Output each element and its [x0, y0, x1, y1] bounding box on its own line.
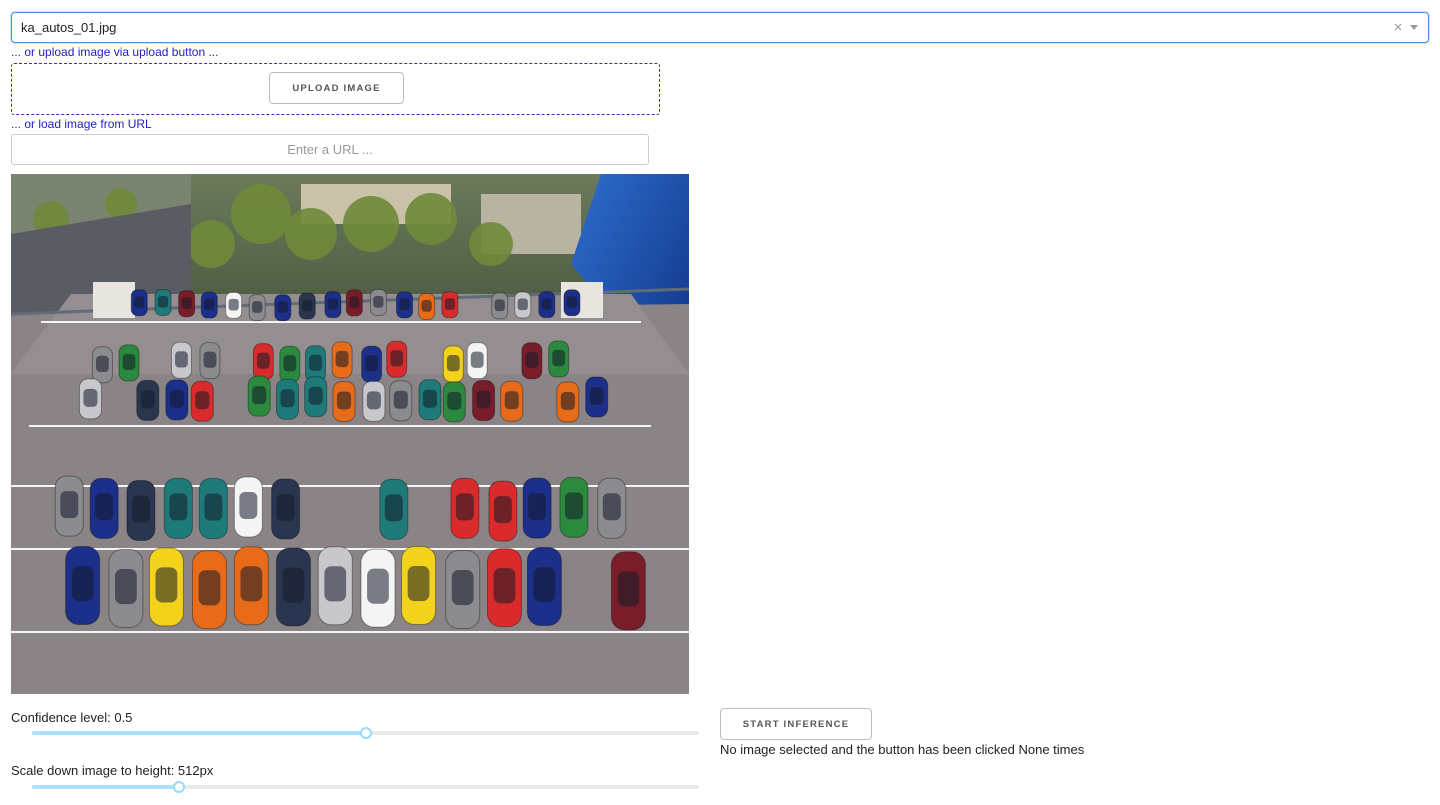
image-select-dropdown[interactable]: ka_autos_01.jpg × — [11, 12, 1429, 43]
upload-image-button[interactable]: UPLOAD IMAGE — [269, 72, 404, 104]
confidence-slider[interactable] — [32, 726, 699, 740]
clear-icon[interactable]: × — [1390, 19, 1406, 36]
start-inference-button[interactable]: START INFERENCE — [720, 708, 872, 740]
uploaded-image — [11, 174, 689, 694]
scale-label: Scale down image to height: 512px — [11, 763, 214, 778]
confidence-slider-track — [32, 731, 366, 735]
confidence-label: Confidence level: 0.5 — [11, 710, 133, 725]
image-select-value: ka_autos_01.jpg — [21, 20, 117, 35]
scale-slider[interactable] — [32, 780, 699, 794]
url-hint: ... or load image from URL — [11, 117, 152, 131]
upload-dropzone[interactable]: UPLOAD IMAGE — [11, 63, 660, 115]
scale-slider-handle[interactable] — [172, 781, 185, 793]
inference-status: No image selected and the button has bee… — [720, 742, 1085, 757]
scale-slider-track — [32, 785, 179, 789]
chevron-down-icon[interactable] — [1410, 25, 1418, 30]
url-input[interactable] — [11, 134, 649, 165]
confidence-slider-handle[interactable] — [359, 727, 372, 739]
upload-hint: ... or upload image via upload button ..… — [11, 45, 219, 59]
